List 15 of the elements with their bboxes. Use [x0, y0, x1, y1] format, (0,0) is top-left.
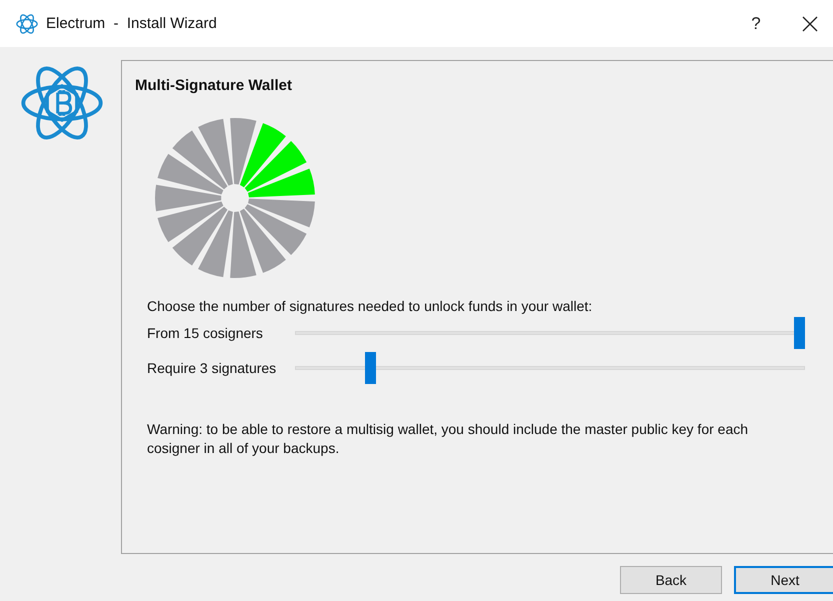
help-button[interactable]: ?: [733, 0, 779, 47]
slider[interactable]: [295, 316, 805, 348]
slider-thumb[interactable]: [794, 316, 805, 348]
slider-label: Require 3 signatures: [147, 360, 278, 376]
instruction-text: Choose the number of signatures needed to unlock funds in your wallet:: [147, 298, 594, 314]
next-button[interactable]: Next: [734, 566, 833, 594]
back-button[interactable]: Back: [620, 566, 722, 594]
slider[interactable]: [295, 352, 805, 384]
window-title: Electrum - Install Wizard: [46, 15, 217, 32]
warning-text: Warning: to be able to restore a multisig wallet, you should include the master public key for each cosigner in all of your backups.: [147, 420, 750, 458]
app-logo-icon: [16, 12, 38, 34]
slider-label: From 15 cosigners: [147, 324, 264, 340]
page-title: Multi-Signature Wallet: [135, 77, 293, 94]
slider-thumb[interactable]: [364, 352, 376, 384]
close-icon: [802, 16, 818, 32]
